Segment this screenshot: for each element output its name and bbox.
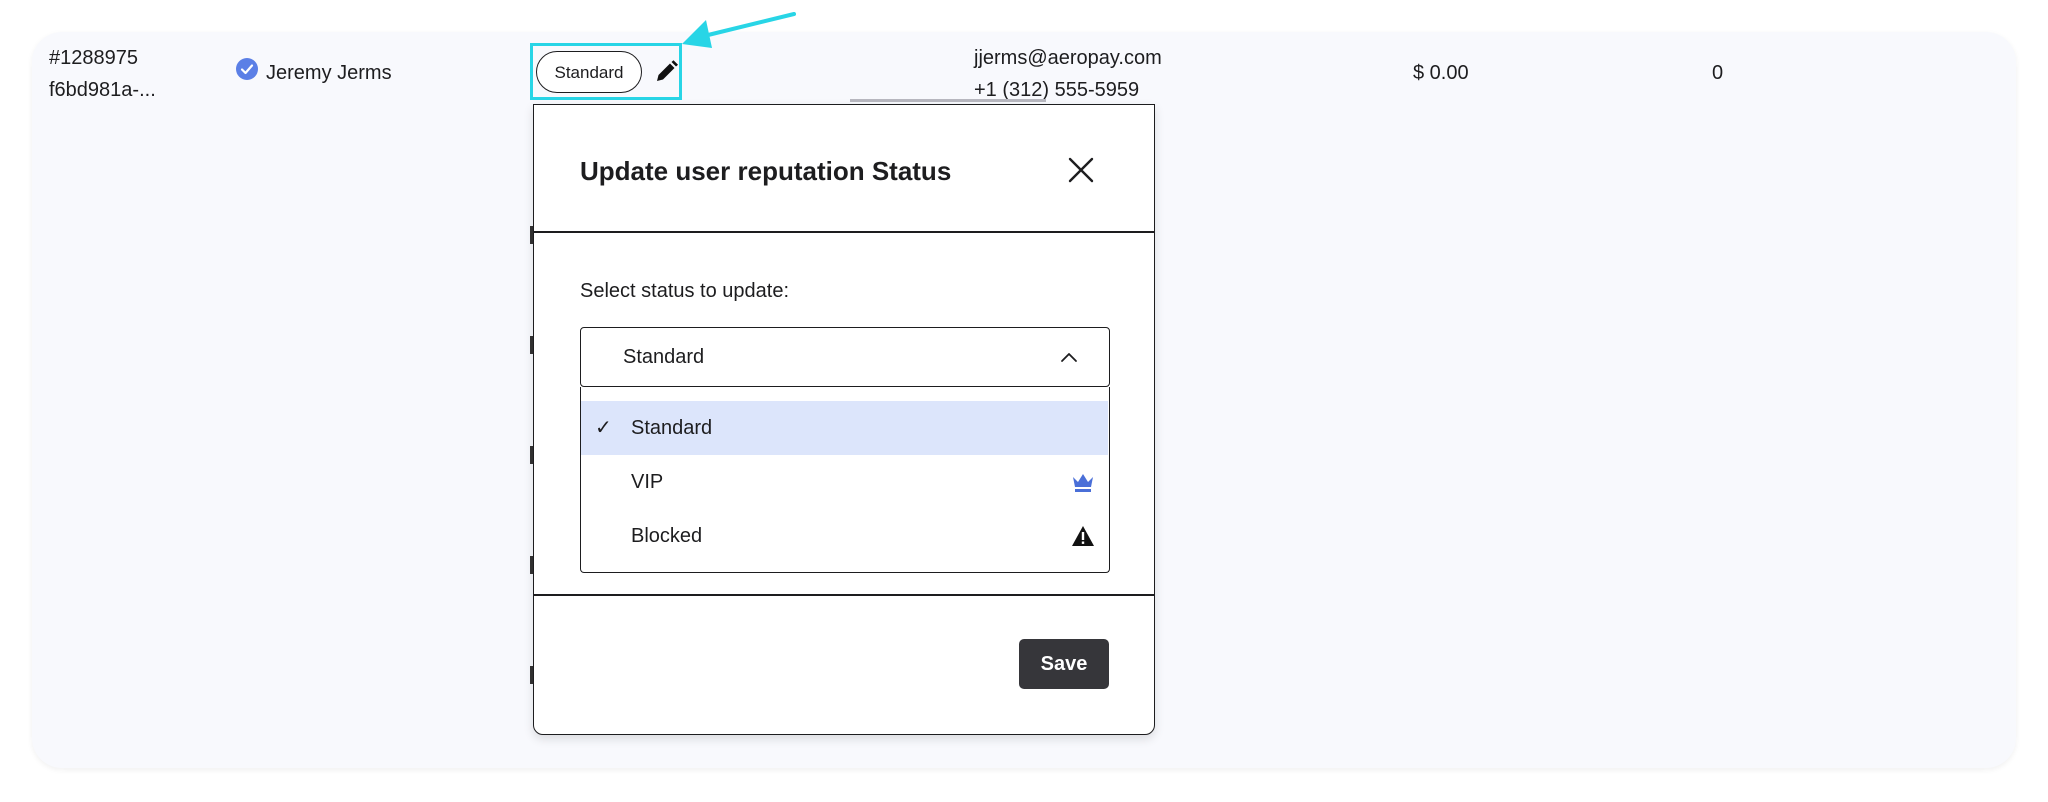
user-count: 0 — [1712, 62, 1724, 84]
user-name: Jeremy Jerms — [266, 62, 392, 84]
user-uuid: f6bd981a-... — [49, 79, 156, 101]
select-value: Standard — [623, 346, 705, 368]
user-id: #1288975 — [49, 47, 138, 69]
modal-header-divider — [534, 231, 1154, 233]
chevron-up-icon — [1059, 348, 1079, 368]
option-standard[interactable]: ✓ Standard — [581, 401, 1108, 455]
annotation-arrow — [682, 12, 796, 48]
option-label: Standard — [631, 417, 713, 439]
status-select[interactable]: Standard — [580, 327, 1110, 387]
verified-check-icon — [236, 58, 258, 80]
option-blocked[interactable]: Blocked — [581, 509, 1108, 563]
warning-icon — [1071, 525, 1095, 547]
modal-footer-divider — [534, 594, 1154, 596]
obscured-text-line — [850, 99, 1046, 102]
option-vip[interactable]: VIP — [581, 455, 1108, 509]
select-label: Select status to update: — [580, 280, 790, 302]
user-email: jjerms@aeropay.com — [974, 47, 1162, 69]
modal-title: Update user reputation Status — [580, 156, 952, 186]
update-status-modal: Update user reputation Status Select sta… — [533, 104, 1155, 735]
crown-icon — [1071, 471, 1095, 493]
close-icon[interactable] — [1064, 153, 1098, 187]
option-label: VIP — [631, 471, 664, 493]
edit-highlight-box — [530, 43, 682, 100]
checkmark-icon: ✓ — [595, 417, 612, 439]
user-balance: $ 0.00 — [1413, 62, 1469, 84]
status-options-list: ✓ Standard VIP Blocked — [580, 387, 1110, 573]
save-button[interactable]: Save — [1019, 639, 1109, 689]
option-label: Blocked — [631, 525, 703, 547]
